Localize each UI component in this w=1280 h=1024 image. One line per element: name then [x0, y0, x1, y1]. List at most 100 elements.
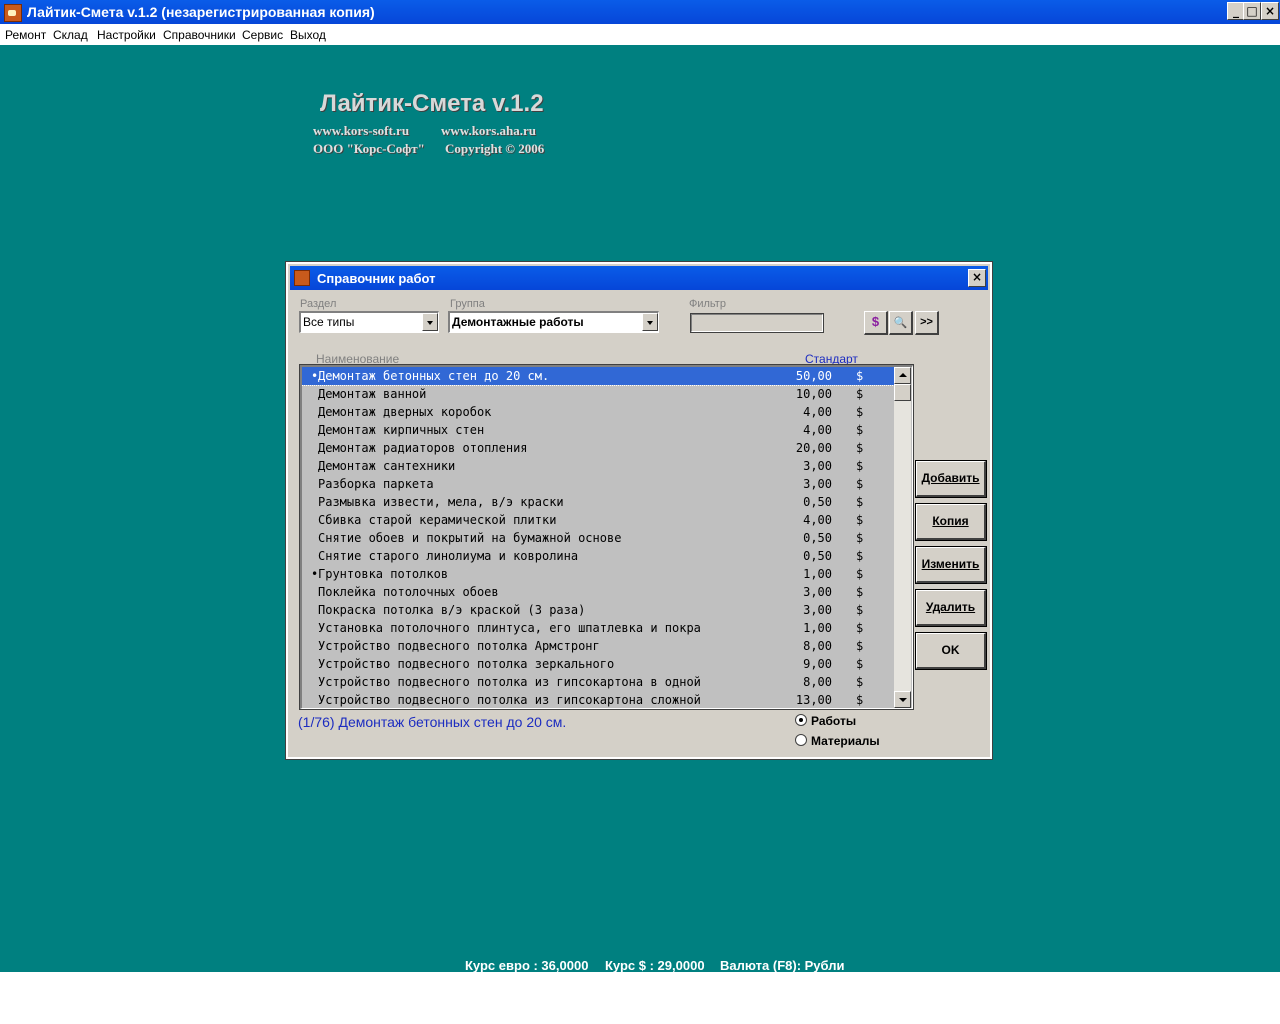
ok-button[interactable]: OK [915, 632, 987, 670]
filter-label: Фильтр [689, 298, 726, 310]
section-combo[interactable]: Все типы [299, 311, 439, 333]
search-button[interactable]: 🔍 [889, 311, 913, 335]
table-row[interactable]: Демонтаж радиаторов отопления 20,00 $ [302, 439, 894, 457]
table-row[interactable]: Установка потолочного плинтуса, его шпат… [302, 619, 894, 637]
table-row[interactable]: Разборка паркета 3,00 $ [302, 475, 894, 493]
table-row[interactable]: Поклейка потолочных обоев 3,00 $ [302, 583, 894, 601]
menu-item-exit[interactable]: Выход [290, 28, 326, 42]
maximize-button[interactable]: □ [1243, 2, 1261, 20]
row-mark: • [311, 369, 319, 383]
row-price: 0,50 [803, 549, 832, 563]
ok-button-label: OK [941, 643, 960, 657]
row-price: 9,00 [803, 657, 832, 671]
row-name: Демонтаж радиаторов отопления [318, 441, 528, 455]
section-value: Все типы [303, 315, 355, 329]
table-row[interactable]: Устройство подвесного потолка зеркальног… [302, 655, 894, 673]
row-price: 20,00 [795, 441, 832, 455]
scroll-up-icon[interactable] [894, 367, 911, 384]
dialog-fox-icon [294, 270, 310, 286]
delete-button[interactable]: Удалить [915, 589, 987, 627]
row-name: Устройство подвесного потолка из гипсока… [318, 693, 701, 707]
table-row[interactable]: • Демонтаж бетонных стен до 20 см. 50,00 $ [302, 367, 895, 386]
currency-dollar-button[interactable]: $ [864, 311, 888, 335]
radio-materials[interactable]: Материалы [795, 734, 880, 748]
edit-button[interactable]: Изменить [915, 546, 987, 584]
menu-item-repair[interactable]: Ремонт [5, 28, 46, 42]
row-price: 10,00 [795, 387, 832, 401]
row-currency: $ [856, 531, 864, 545]
selected-item-status: (1/76) Демонтаж бетонных стен до 20 см. [298, 714, 567, 730]
table-row[interactable]: Демонтаж дверных коробок 4,00 $ [302, 403, 894, 421]
menu-item-warehouse[interactable]: Склад [53, 28, 88, 42]
radio-materials-label: Материалы [811, 734, 880, 748]
euro-rate: Курс евро : 36,0000 [465, 958, 589, 973]
row-currency: $ [856, 459, 864, 473]
row-currency: $ [856, 693, 864, 707]
add-button[interactable]: Добавить [915, 460, 987, 498]
row-currency: $ [856, 585, 864, 599]
group-label: Группа [450, 298, 485, 310]
row-mark: • [311, 567, 319, 581]
filter-input[interactable] [690, 313, 824, 333]
table-row[interactable]: Снятие обоев и покрытий на бумажной осно… [302, 529, 894, 547]
row-name: Размывка извести, мела, в/э краски [318, 495, 564, 509]
dialog-close-button[interactable]: × [968, 269, 986, 287]
menu-item-settings[interactable]: Настройки [97, 28, 156, 42]
row-price: 13,00 [795, 693, 832, 707]
add-button-label: Добавить [921, 471, 980, 485]
row-currency: $ [856, 405, 864, 419]
table-row[interactable]: Устройство подвесного потолка из гипсока… [302, 691, 894, 708]
table-row[interactable]: Сбивка старой керамической плитки 4,00 $ [302, 511, 894, 529]
table-row[interactable]: • Грунтовка потолков 1,00 $ [302, 565, 894, 583]
scroll-down-icon[interactable] [894, 691, 911, 708]
row-price: 8,00 [803, 639, 832, 653]
row-currency: $ [856, 495, 864, 509]
radio-works[interactable]: Работы [795, 714, 856, 728]
row-currency: $ [856, 387, 864, 401]
row-currency: $ [856, 513, 864, 527]
row-price: 3,00 [803, 603, 832, 617]
table-row[interactable]: Покраска потолка в/э краской (3 раза) 3,0… [302, 601, 894, 619]
row-name: Установка потолочного плинтуса, его шпат… [318, 621, 701, 635]
copy-button[interactable]: Копия [915, 503, 987, 541]
radio-selected-icon[interactable] [795, 714, 807, 726]
table-row[interactable]: Снятие старого линолиума и ковролина 0,50… [302, 547, 894, 565]
table-row[interactable]: Устройство подвесного потолка Армстронг 8… [302, 637, 894, 655]
dialog-title: Справочник работ [317, 271, 436, 286]
table-row[interactable]: Демонтаж кирпичных стен 4,00 $ [302, 421, 894, 439]
vertical-scrollbar[interactable] [894, 367, 911, 708]
works-list[interactable]: • Демонтаж бетонных стен до 20 см. 50,00 $ Д… [299, 364, 914, 710]
table-row[interactable]: Демонтаж сантехники 3,00 $ [302, 457, 894, 475]
row-name: Покраска потолка в/э краской (3 раза) [318, 603, 586, 617]
table-row[interactable]: Устройство подвесного потолка из гипсока… [302, 673, 894, 691]
app-fox-icon[interactable] [4, 4, 22, 22]
radio-works-label: Работы [811, 714, 857, 728]
menu-item-service[interactable]: Сервис [242, 28, 283, 42]
row-name: Грунтовка потолков [318, 567, 449, 581]
chevron-down-icon[interactable] [642, 313, 658, 331]
row-currency: $ [856, 603, 864, 617]
works-reference-dialog: Справочник работ × Раздел Все типы Групп… [285, 261, 993, 760]
scroll-thumb[interactable] [894, 384, 911, 401]
group-value: Демонтажные работы [452, 315, 584, 329]
row-price: 0,50 [803, 531, 832, 545]
radio-empty-icon[interactable] [795, 734, 807, 746]
table-row[interactable]: Размывка извести, мела, в/э краски 0,50 $ [302, 493, 894, 511]
close-button[interactable]: × [1261, 2, 1279, 20]
dialog-titlebar: Справочник работ × [290, 266, 988, 290]
bottom-area [0, 972, 1280, 1024]
edit-button-label: Изменить [921, 557, 980, 571]
table-row[interactable]: Демонтаж ванной 10,00 $ [302, 385, 894, 403]
row-currency: $ [856, 621, 864, 635]
menu-bar: Ремонт Склад Настройки Справочники Серви… [0, 24, 1280, 45]
more-button[interactable]: >> [915, 311, 939, 335]
group-combo[interactable]: Демонтажные работы [448, 311, 659, 333]
chevron-down-icon[interactable] [422, 313, 438, 331]
app-titlebar: Лайтик-Смета v.1.2 (незарегистрированная… [0, 0, 1280, 24]
row-name: Поклейка потолочных обоев [318, 585, 499, 599]
column-header-standard[interactable]: Стандарт [805, 352, 858, 366]
menu-item-references[interactable]: Справочники [163, 28, 236, 42]
column-header-name[interactable]: Наименование [316, 352, 399, 366]
copy-button-label: Копия [932, 514, 969, 528]
row-name: Разборка паркета [318, 477, 434, 491]
